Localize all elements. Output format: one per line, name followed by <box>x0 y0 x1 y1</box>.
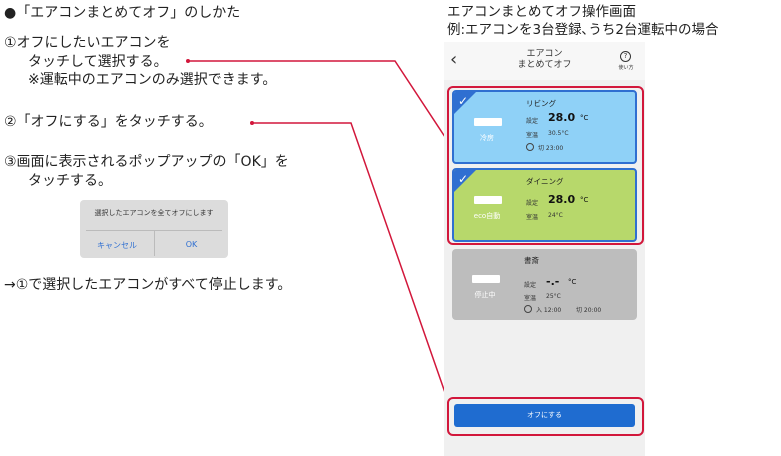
callout-line-step2 <box>252 122 450 405</box>
timer-off: 切 20:00 <box>576 307 602 314</box>
set-label: 設定 <box>524 282 537 289</box>
room-temp-value: 24°C <box>548 212 563 219</box>
mode-label: eco自動 <box>473 212 501 220</box>
set-temp-value: -.- <box>546 275 560 288</box>
timer-off: 切 23:00 <box>538 145 564 152</box>
room-temp-label: 室温 <box>526 214 539 221</box>
set-temp-value: 28.0 <box>548 111 576 124</box>
room-temp-value: 25°C <box>546 293 561 300</box>
checkmark-icon: ✓ <box>458 172 469 186</box>
set-temp-value: 28.0 <box>548 193 576 206</box>
room-temp-label: 室温 <box>526 132 539 139</box>
set-label: 設定 <box>526 200 539 207</box>
room-name: 書斎 <box>524 256 539 265</box>
room-temp-label: 室温 <box>524 295 537 302</box>
aircon-card-living[interactable]: ✓ 冷房 リビング 設定 28.0 °C 室温 30.5°C 切 23:00 <box>452 90 637 164</box>
app-header: ‹ エアコン まとめてオフ ? 使い方 <box>444 42 645 80</box>
mode-label: 冷房 <box>480 134 494 142</box>
callout-dot-step2 <box>250 121 254 125</box>
aircon-unit-icon <box>474 118 502 126</box>
mode-label: 停止中 <box>474 291 496 299</box>
set-temp-unit: °C <box>568 278 577 286</box>
help-icon[interactable]: ? <box>620 51 631 62</box>
aircon-card-study[interactable]: 停止中 書斎 設定 -.- °C 室温 25°C 入 12:00 切 20:00 <box>452 249 637 320</box>
clock-icon <box>526 143 534 151</box>
help-label[interactable]: 使い方 <box>615 64 637 71</box>
turn-off-button[interactable]: オフにする <box>454 404 635 427</box>
clock-icon <box>524 305 532 313</box>
callout-dot-step1 <box>186 59 190 63</box>
callout-lines <box>186 59 450 405</box>
checkmark-icon: ✓ <box>458 94 469 108</box>
room-name: ダイニング <box>526 177 564 186</box>
aircon-unit-icon <box>472 275 500 283</box>
timer-on: 入 12:00 <box>536 307 562 314</box>
aircon-unit-icon <box>474 196 502 204</box>
room-name: リビング <box>526 99 556 108</box>
set-label: 設定 <box>526 118 539 125</box>
aircon-card-dining[interactable]: ✓ eco自動 ダイニング 設定 28.0 °C 室温 24°C <box>452 168 637 242</box>
set-temp-unit: °C <box>580 114 589 122</box>
callout-line-step1 <box>188 60 450 144</box>
screen-title-line1: エアコン <box>526 49 563 59</box>
phone-screen: ‹ エアコン まとめてオフ ? 使い方 ✓ 冷房 リビング 設定 28.0 °C… <box>444 42 645 456</box>
set-temp-unit: °C <box>580 196 589 204</box>
room-temp-value: 30.5°C <box>548 130 569 137</box>
